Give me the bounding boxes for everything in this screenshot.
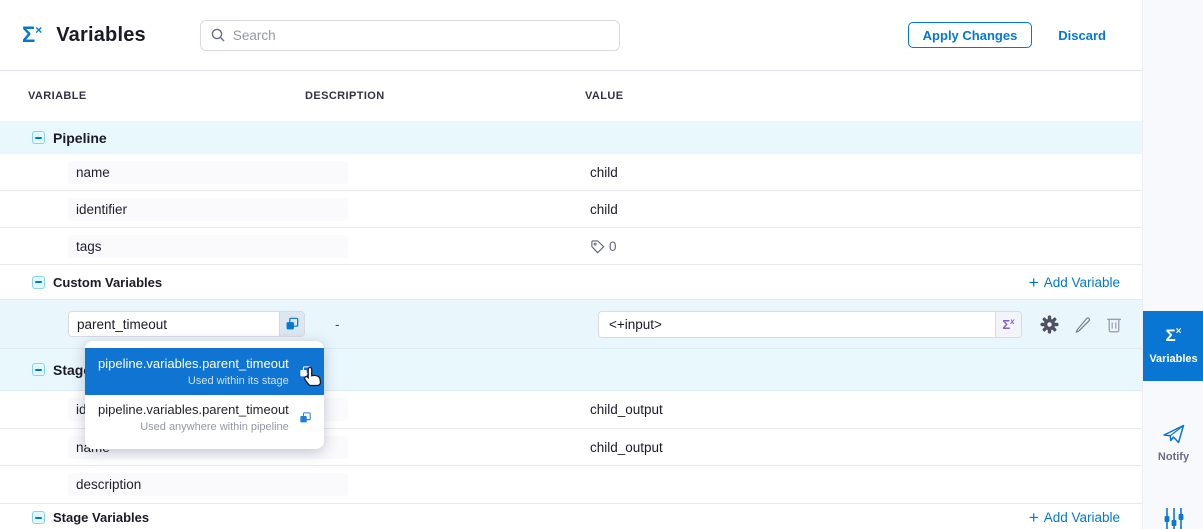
suggestion-item-pipeline-scope[interactable]: pipeline.variables.parent_timeout Used a…: [85, 395, 324, 440]
edit-button[interactable]: [1074, 316, 1091, 333]
plus-icon: +: [1029, 509, 1039, 526]
sidebar-item-flow-control[interactable]: [1143, 508, 1203, 529]
sidebar-variables-label: Variables: [1149, 353, 1197, 365]
expression-badge[interactable]: Σx: [995, 312, 1021, 337]
sigma-glyph: Σ: [1002, 317, 1010, 332]
add-variable-button[interactable]: + Add Variable: [1029, 274, 1120, 291]
gear-icon: [1040, 315, 1059, 334]
paper-plane-icon: [1162, 423, 1186, 445]
sigma-sup-glyph: x: [1010, 317, 1014, 326]
sigma-variables-icon: Σ×: [22, 24, 42, 46]
column-value: VALUE: [585, 90, 1120, 102]
copy-icon[interactable]: [299, 363, 311, 381]
sigma-glyph: Σ: [1165, 327, 1175, 344]
plus-icon: +: [1029, 274, 1039, 291]
variable-name-input[interactable]: [69, 312, 279, 336]
sigma-sup-glyph: ×: [35, 24, 42, 36]
expression-suggestions-dropdown: pipeline.variables.parent_timeout Used w…: [85, 341, 324, 449]
sidebar-item-notify[interactable]: Notify: [1143, 423, 1203, 463]
collapse-icon[interactable]: [32, 511, 45, 524]
table-row: name child: [0, 154, 1142, 191]
stage-name-value: child_output: [585, 440, 1120, 455]
add-variable-label: Add Variable: [1044, 510, 1120, 525]
sigma-sup-glyph: ×: [1176, 327, 1182, 344]
main-content: Σ× Variables Apply Changes Discard VARIA…: [0, 0, 1142, 529]
sidebar-notify-label: Notify: [1158, 451, 1189, 463]
variable-value-input[interactable]: [599, 312, 995, 337]
suggestion-sublabel: Used anywhere within pipeline: [98, 421, 289, 433]
variable-name-field: [68, 311, 305, 337]
suggestion-sublabel: Used within its stage: [98, 375, 289, 387]
variable-description: -: [305, 317, 585, 332]
section-custom-variables: Custom Variables + Add Variable: [0, 265, 1142, 300]
table-row: description: [0, 466, 1142, 504]
collapse-icon[interactable]: [32, 363, 45, 376]
tag-icon: [590, 239, 605, 254]
table-row: tags 0: [0, 228, 1142, 265]
section-stage-variables: Stage Variables + Add Variable: [0, 504, 1142, 529]
search-input[interactable]: [233, 28, 609, 43]
page-title: Variables: [56, 24, 146, 47]
variable-name-label: name: [68, 161, 348, 184]
variables-table: VARIABLE DESCRIPTION VALUE Pipeline name…: [0, 71, 1142, 529]
copy-icon[interactable]: [299, 409, 311, 427]
sigma-glyph: Σ: [22, 24, 35, 46]
collapse-icon[interactable]: [32, 276, 45, 289]
suggestion-label: pipeline.variables.parent_timeout: [98, 356, 289, 371]
pencil-icon: [1074, 316, 1091, 333]
tags-count: 0: [590, 239, 617, 254]
column-description: DESCRIPTION: [305, 90, 585, 102]
column-variable: VARIABLE: [28, 90, 305, 102]
stage-identifier-value: child_output: [585, 402, 1120, 417]
table-row: identifier child: [0, 191, 1142, 228]
sidebar-item-variables[interactable]: Σ× Variables: [1143, 311, 1203, 381]
search-box[interactable]: [200, 20, 620, 51]
section-pipeline: Pipeline: [0, 121, 1142, 154]
copy-expression-button[interactable]: [279, 312, 304, 336]
trash-icon: [1106, 316, 1122, 333]
variable-tags-label: tags: [68, 235, 348, 258]
variables-panel: Σ× Variables Apply Changes Discard VARIA…: [0, 0, 1203, 529]
section-stage-variables-label: Stage Variables: [53, 510, 149, 525]
table-header-row: VARIABLE DESCRIPTION VALUE: [0, 71, 1142, 121]
suggestion-item-stage-scope[interactable]: pipeline.variables.parent_timeout Used w…: [85, 348, 324, 395]
section-pipeline-label: Pipeline: [53, 130, 107, 146]
delete-button[interactable]: [1106, 316, 1122, 333]
top-bar: Σ× Variables Apply Changes Discard: [0, 0, 1142, 71]
variable-name-value: child: [585, 165, 1120, 180]
settings-button[interactable]: [1040, 315, 1059, 334]
add-variable-label: Add Variable: [1044, 275, 1120, 290]
tags-count-value: 0: [609, 239, 617, 254]
copy-icon: [285, 317, 299, 331]
collapse-icon[interactable]: [32, 131, 45, 144]
right-sidebar: Σ× Variables Notify: [1142, 0, 1203, 529]
discard-link[interactable]: Discard: [1058, 28, 1106, 43]
variable-identifier-value: child: [585, 202, 1120, 217]
variable-identifier-label: identifier: [68, 198, 348, 221]
apply-changes-button[interactable]: Apply Changes: [908, 22, 1033, 48]
section-custom-variables-label: Custom Variables: [53, 275, 162, 290]
sliders-icon: [1162, 508, 1186, 529]
sigma-variables-icon: Σ×: [1165, 327, 1181, 344]
suggestion-label: pipeline.variables.parent_timeout: [98, 402, 289, 417]
stage-description-label: description: [68, 473, 348, 496]
search-icon: [211, 28, 225, 42]
variable-value-field: Σx: [598, 311, 1022, 338]
add-variable-button[interactable]: + Add Variable: [1029, 509, 1120, 526]
